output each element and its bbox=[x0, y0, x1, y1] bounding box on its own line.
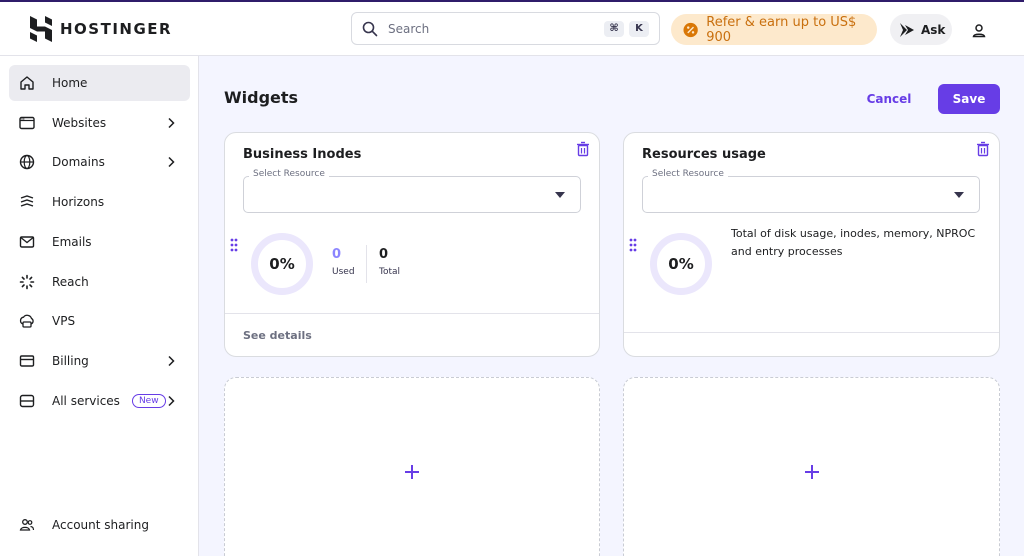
select-resource-label: Select Resource bbox=[249, 169, 329, 179]
sidebar-item-account-sharing[interactable]: Account sharing bbox=[9, 507, 190, 543]
widget-description: Total of disk usage, inodes, memory, NPR… bbox=[731, 227, 976, 258]
trash-icon[interactable] bbox=[975, 141, 991, 157]
usage-donut: 0% bbox=[251, 233, 313, 295]
sidebar-item-billing[interactable]: Billing bbox=[9, 343, 190, 379]
refer-earn-button[interactable]: Refer & earn up to US$ 900 bbox=[671, 14, 877, 45]
usage-percent: 0% bbox=[668, 255, 694, 273]
sidebar-item-all-services[interactable]: All services New bbox=[9, 383, 190, 419]
mail-icon bbox=[19, 234, 35, 250]
trash-icon[interactable] bbox=[575, 141, 591, 157]
users-icon bbox=[19, 517, 35, 533]
ai-sparkle-icon bbox=[900, 22, 914, 37]
used-label: Used bbox=[332, 267, 355, 277]
save-button[interactable]: Save bbox=[938, 84, 1000, 114]
top-bar: HOSTINGER Search ⌘ K Refer & earn up to … bbox=[0, 0, 1024, 56]
drag-handle-icon[interactable] bbox=[629, 238, 637, 252]
page-title: Widgets bbox=[224, 88, 299, 107]
search-icon bbox=[362, 21, 378, 36]
sidebar-item-home[interactable]: Home bbox=[9, 65, 190, 101]
sidebar-item-label: Billing bbox=[52, 354, 89, 368]
hostinger-logo[interactable]: HOSTINGER bbox=[30, 16, 172, 42]
globe-icon bbox=[19, 154, 35, 170]
reach-icon bbox=[19, 274, 35, 290]
card-divider bbox=[225, 313, 599, 314]
sidebar-item-horizons[interactable]: Horizons bbox=[9, 184, 190, 220]
widget-title: Resources usage bbox=[642, 147, 766, 162]
ask-label: Ask bbox=[921, 22, 946, 37]
sidebar-item-label: Home bbox=[52, 76, 88, 90]
caret-down-icon bbox=[555, 192, 565, 198]
caret-down-icon bbox=[954, 192, 964, 198]
sidebar-item-label: Websites bbox=[52, 116, 107, 130]
add-widget-slot[interactable] bbox=[224, 377, 600, 556]
drag-handle-icon[interactable] bbox=[230, 238, 238, 252]
sidebar-item-label: Account sharing bbox=[52, 518, 149, 532]
usage-percent: 0% bbox=[269, 255, 295, 273]
total-label: Total bbox=[379, 267, 401, 277]
logo-text: HOSTINGER bbox=[60, 20, 173, 38]
chevron-right-icon bbox=[168, 117, 175, 129]
chevron-right-icon bbox=[168, 355, 175, 367]
chevron-right-icon bbox=[168, 156, 175, 168]
sidebar-item-reach[interactable]: Reach bbox=[9, 264, 190, 300]
select-resource-label: Select Resource bbox=[648, 169, 728, 179]
sidebar-item-label: All services bbox=[52, 394, 120, 408]
plus-icon bbox=[804, 465, 819, 479]
cancel-button[interactable]: Cancel bbox=[858, 84, 920, 114]
user-icon bbox=[972, 24, 986, 38]
usage-donut: 0% bbox=[650, 233, 712, 295]
hostinger-logo-icon bbox=[30, 16, 52, 42]
shortcut-k-key: K bbox=[629, 20, 649, 37]
card-divider bbox=[624, 332, 999, 333]
horizons-icon bbox=[19, 194, 35, 210]
see-details-link[interactable]: See details bbox=[243, 329, 312, 342]
sidebar-item-emails[interactable]: Emails bbox=[9, 224, 190, 260]
widget-card-business-inodes: Business Inodes Select Resource 0% 0 Use… bbox=[224, 132, 600, 357]
sidebar-item-label: Domains bbox=[52, 155, 105, 169]
plus-icon bbox=[405, 465, 419, 479]
percent-badge-icon bbox=[683, 22, 698, 37]
total-value: 0 bbox=[379, 247, 389, 262]
used-value: 0 bbox=[332, 247, 342, 262]
sidebar-item-label: Reach bbox=[52, 275, 89, 289]
services-icon bbox=[19, 393, 35, 409]
chevron-right-icon bbox=[168, 395, 175, 407]
sidebar-item-label: Emails bbox=[52, 235, 92, 249]
browser-window-icon bbox=[19, 115, 35, 131]
new-badge: New bbox=[131, 394, 166, 408]
add-widget-slot[interactable] bbox=[623, 377, 1000, 556]
home-icon bbox=[19, 75, 35, 91]
shortcut-cmd-key: ⌘ bbox=[604, 20, 624, 37]
stat-divider bbox=[366, 245, 367, 283]
sidebar-item-label: VPS bbox=[52, 314, 76, 328]
sidebar-item-websites[interactable]: Websites bbox=[9, 105, 190, 141]
credit-card-icon bbox=[19, 353, 35, 369]
sidebar-item-domains[interactable]: Domains bbox=[9, 144, 190, 180]
search-input[interactable]: Search ⌘ K bbox=[351, 12, 660, 45]
sidebar-item-label: Horizons bbox=[52, 195, 105, 209]
select-resource-dropdown[interactable]: Select Resource bbox=[642, 169, 980, 213]
sidebar-item-vps[interactable]: VPS bbox=[9, 303, 190, 339]
search-placeholder: Search bbox=[388, 21, 430, 36]
select-resource-dropdown[interactable]: Select Resource bbox=[243, 169, 581, 213]
widget-card-resources-usage: Resources usage Select Resource 0% Total… bbox=[623, 132, 1000, 357]
server-icon bbox=[19, 313, 35, 329]
account-menu-button[interactable] bbox=[968, 20, 990, 42]
refer-earn-label: Refer & earn up to US$ 900 bbox=[706, 14, 857, 45]
ask-button[interactable]: Ask bbox=[890, 14, 952, 45]
widget-title: Business Inodes bbox=[243, 147, 362, 162]
sidebar: Home Websites Domains Horizons Emails Re… bbox=[0, 56, 199, 556]
